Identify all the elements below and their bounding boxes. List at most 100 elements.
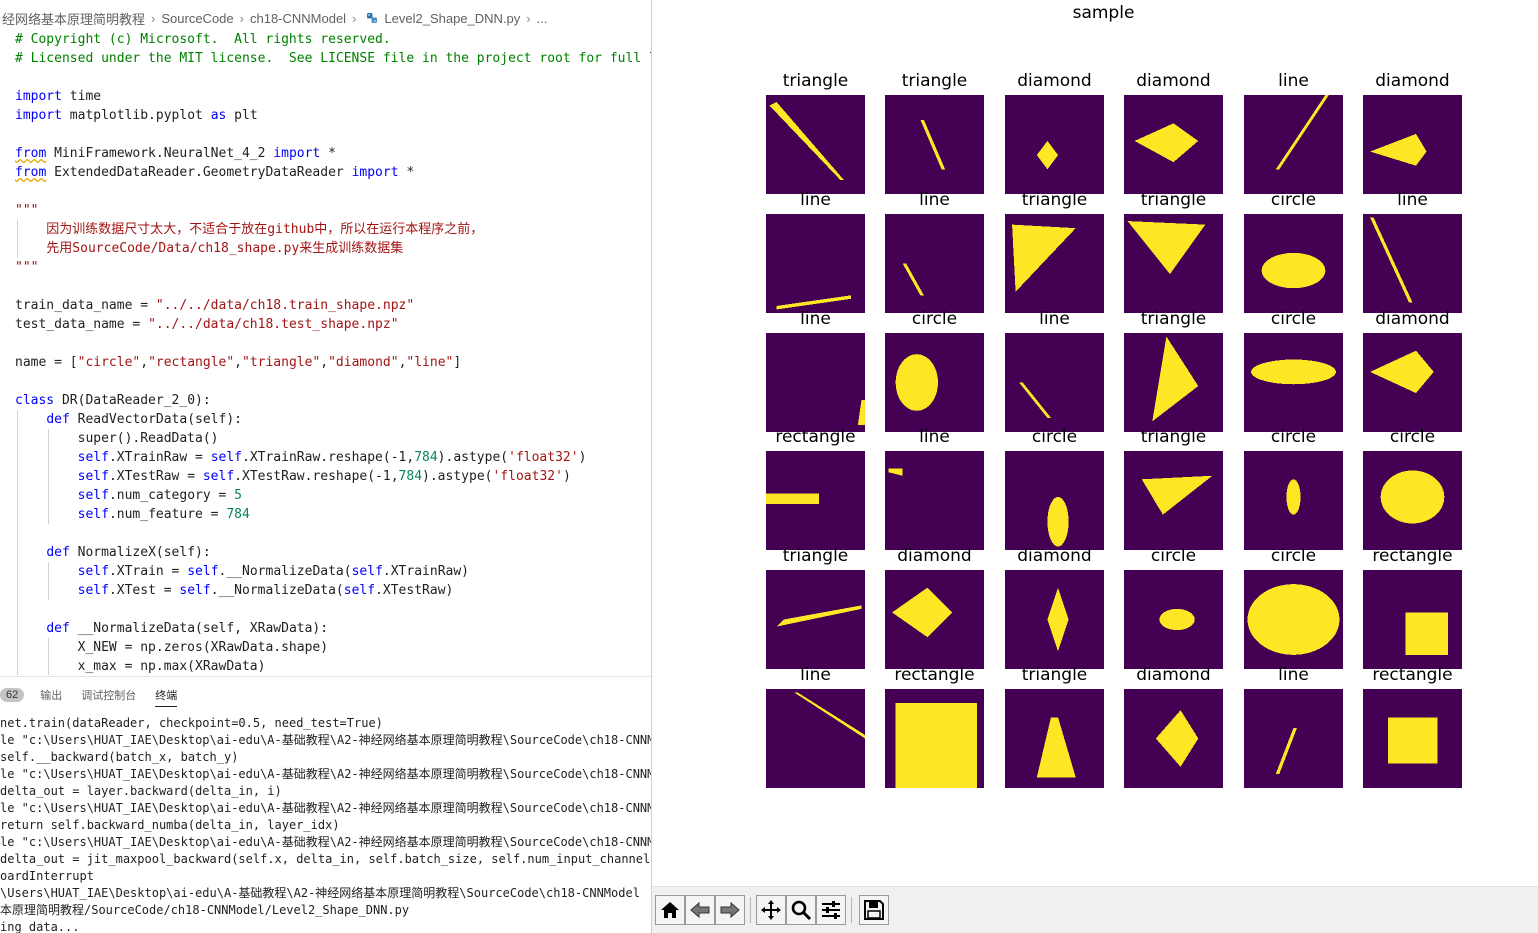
problems-count-badge[interactable]: 62 <box>0 688 25 702</box>
code-line[interactable]: 先用SourceCode/Data/ch18_shape.py来生成训练数据集 <box>15 239 403 258</box>
code-token: MiniFramework.NeuralNet_4_2 <box>46 146 274 161</box>
code-token: "triangle" <box>242 355 321 370</box>
terminal-line: le "c:\Users\HUAT_IAE\Desktop\ai-edu\A-基… <box>0 733 651 747</box>
tab-terminal[interactable]: 终端 <box>155 684 178 707</box>
code-line[interactable]: self.XTrainRaw = self.XTrainRaw.reshape(… <box>15 448 587 467</box>
bottom-panel: 62 输出 调试控制台 终端 net.train(dataReader, che… <box>0 676 651 933</box>
code-token: self <box>77 469 109 484</box>
code-line[interactable]: """ <box>15 201 38 220</box>
code-line[interactable]: import time <box>15 87 101 106</box>
subplot-image <box>766 689 865 788</box>
code-line[interactable]: x_max = np.max(XRawData) <box>15 657 266 675</box>
code-token: .__NormalizeData( <box>218 564 352 579</box>
subplot-title: triangle <box>901 71 968 91</box>
code-line[interactable]: self.XTestRaw = self.XTestRaw.reshape(-1… <box>15 467 571 486</box>
code-token: self <box>202 469 235 484</box>
code-line[interactable]: X_NEW = np.zeros(XRawData.shape) <box>15 638 328 657</box>
save-button[interactable] <box>859 895 889 925</box>
figure-toolbar <box>652 886 1538 933</box>
configure-subplots-button[interactable] <box>816 895 846 925</box>
forward-button[interactable] <box>715 895 745 925</box>
code-token: NormalizeX(self): <box>69 545 211 560</box>
code-token: "diamond" <box>328 355 399 370</box>
code-line[interactable]: train_data_name = "../../data/ch18.train… <box>15 296 414 315</box>
terminal-line: le "c:\Users\HUAT_IAE\Desktop\ai-edu\A-基… <box>0 767 651 781</box>
code-line[interactable]: self.num_category = 5 <box>15 486 242 505</box>
code-line[interactable]: import matplotlib.pyplot as plt <box>15 106 258 125</box>
subplot-image <box>1124 95 1223 194</box>
code-token: import <box>273 146 321 161</box>
terminal-line: \Users\HUAT_IAE\Desktop\ai-edu\A-基础教程\A2… <box>0 886 640 900</box>
chevron-right-icon: › <box>526 10 531 26</box>
code-line[interactable]: 因为训练数据尺寸太大，不适合于放在github中，所以在运行本程序之前， <box>15 220 483 239</box>
code-token: .XTestRaw.reshape(-1, <box>234 469 399 484</box>
breadcrumb-item-root[interactable]: 经网络基本原理简明教程 <box>2 9 145 28</box>
terminal-output[interactable]: net.train(dataReader, checkpoint=0.5, ne… <box>0 715 651 933</box>
code-line[interactable]: self.XTrain = self.__NormalizeData(self.… <box>15 562 469 581</box>
code-token: def <box>46 621 70 636</box>
code-token: 'float32' <box>508 450 579 465</box>
code-line[interactable]: def __NormalizeData(self, XRawData): <box>15 619 328 638</box>
code-line[interactable]: """ <box>15 258 38 277</box>
code-token: time <box>61 89 102 104</box>
code-token: x_max = np.max(XRawData) <box>15 659 266 674</box>
breadcrumb-item-folder[interactable]: ch18-CNNModel <box>250 11 346 26</box>
code-token: # Copyright (c) Microsoft. All rights re… <box>15 32 391 47</box>
subplot-title: diamond <box>1375 309 1450 329</box>
terminal-line: le "c:\Users\HUAT_IAE\Desktop\ai-edu\A-基… <box>0 835 651 849</box>
code-line[interactable]: self.num_feature = 784 <box>15 505 250 524</box>
back-icon <box>690 901 710 919</box>
code-token: , <box>140 355 149 370</box>
code-token: def <box>46 545 70 560</box>
code-line[interactable]: # Licensed under the MIT license. See LI… <box>15 49 651 68</box>
code-line[interactable]: self.XTest = self.__NormalizeData(self.X… <box>15 581 454 600</box>
code-line[interactable]: def NormalizeX(self): <box>15 543 211 562</box>
code-token: self <box>210 450 242 465</box>
pan-button[interactable] <box>756 895 786 925</box>
code-token: .XTrainRaw) <box>382 564 469 579</box>
subplot-title: diamond <box>1375 71 1450 91</box>
code-line[interactable]: name = ["circle","rectangle","triangle",… <box>15 353 461 372</box>
code-token: from <box>15 146 47 161</box>
code-token: 先用SourceCode/Data/ch18_shape.py来生成训练数据集 <box>15 241 404 256</box>
code-token: .XTestRaw) <box>375 583 454 598</box>
subplot-title: rectangle <box>1372 665 1453 685</box>
code-line[interactable]: super().ReadData() <box>15 429 219 448</box>
breadcrumb-item-sourcecode[interactable]: SourceCode <box>161 11 233 26</box>
code-token: .XTrain = <box>108 564 188 579</box>
code-token: 784 <box>414 450 438 465</box>
code-line[interactable]: def ReadVectorData(self): <box>15 410 242 429</box>
breadcrumb-item-file[interactable]: Level2_Shape_DNN.py <box>384 11 520 26</box>
subplot-title: triangle <box>1140 427 1207 447</box>
code-line[interactable]: # Copyright (c) Microsoft. All rights re… <box>15 30 391 49</box>
subplot-image <box>766 570 865 669</box>
home-icon <box>661 902 679 918</box>
code-token: .XTest = <box>108 583 180 598</box>
subplot-image <box>1005 214 1104 313</box>
code-token: self <box>77 507 109 522</box>
code-area[interactable]: # Copyright (c) Microsoft. All rights re… <box>0 30 651 675</box>
tab-debug-console[interactable]: 调试控制台 <box>81 684 136 706</box>
tab-output[interactable]: 输出 <box>40 684 62 706</box>
code-token: ) <box>562 469 571 484</box>
code-token: matplotlib.pyplot <box>61 108 211 123</box>
home-button[interactable] <box>655 895 685 925</box>
code-token: from <box>15 165 47 180</box>
code-line[interactable]: from ExtendedDataReader.GeometryDataRead… <box>15 163 414 182</box>
subplot-title: triangle <box>1140 309 1207 329</box>
code-line[interactable]: from MiniFramework.NeuralNet_4_2 import … <box>15 144 336 163</box>
subplot-image <box>885 451 984 550</box>
code-line[interactable]: class DR(DataReader_2_0): <box>15 391 211 410</box>
code-token: .XTrainRaw = <box>108 450 211 465</box>
code-line[interactable]: test_data_name = "../../data/ch18.test_s… <box>15 315 399 334</box>
back-button[interactable] <box>685 895 715 925</box>
zoom-button[interactable] <box>786 895 816 925</box>
subplot-image <box>1244 333 1343 432</box>
subplot-image <box>766 333 865 432</box>
subplot-image <box>766 451 865 550</box>
breadcrumb-item-symbol[interactable]: ... <box>537 11 548 26</box>
code-token: self <box>351 564 383 579</box>
